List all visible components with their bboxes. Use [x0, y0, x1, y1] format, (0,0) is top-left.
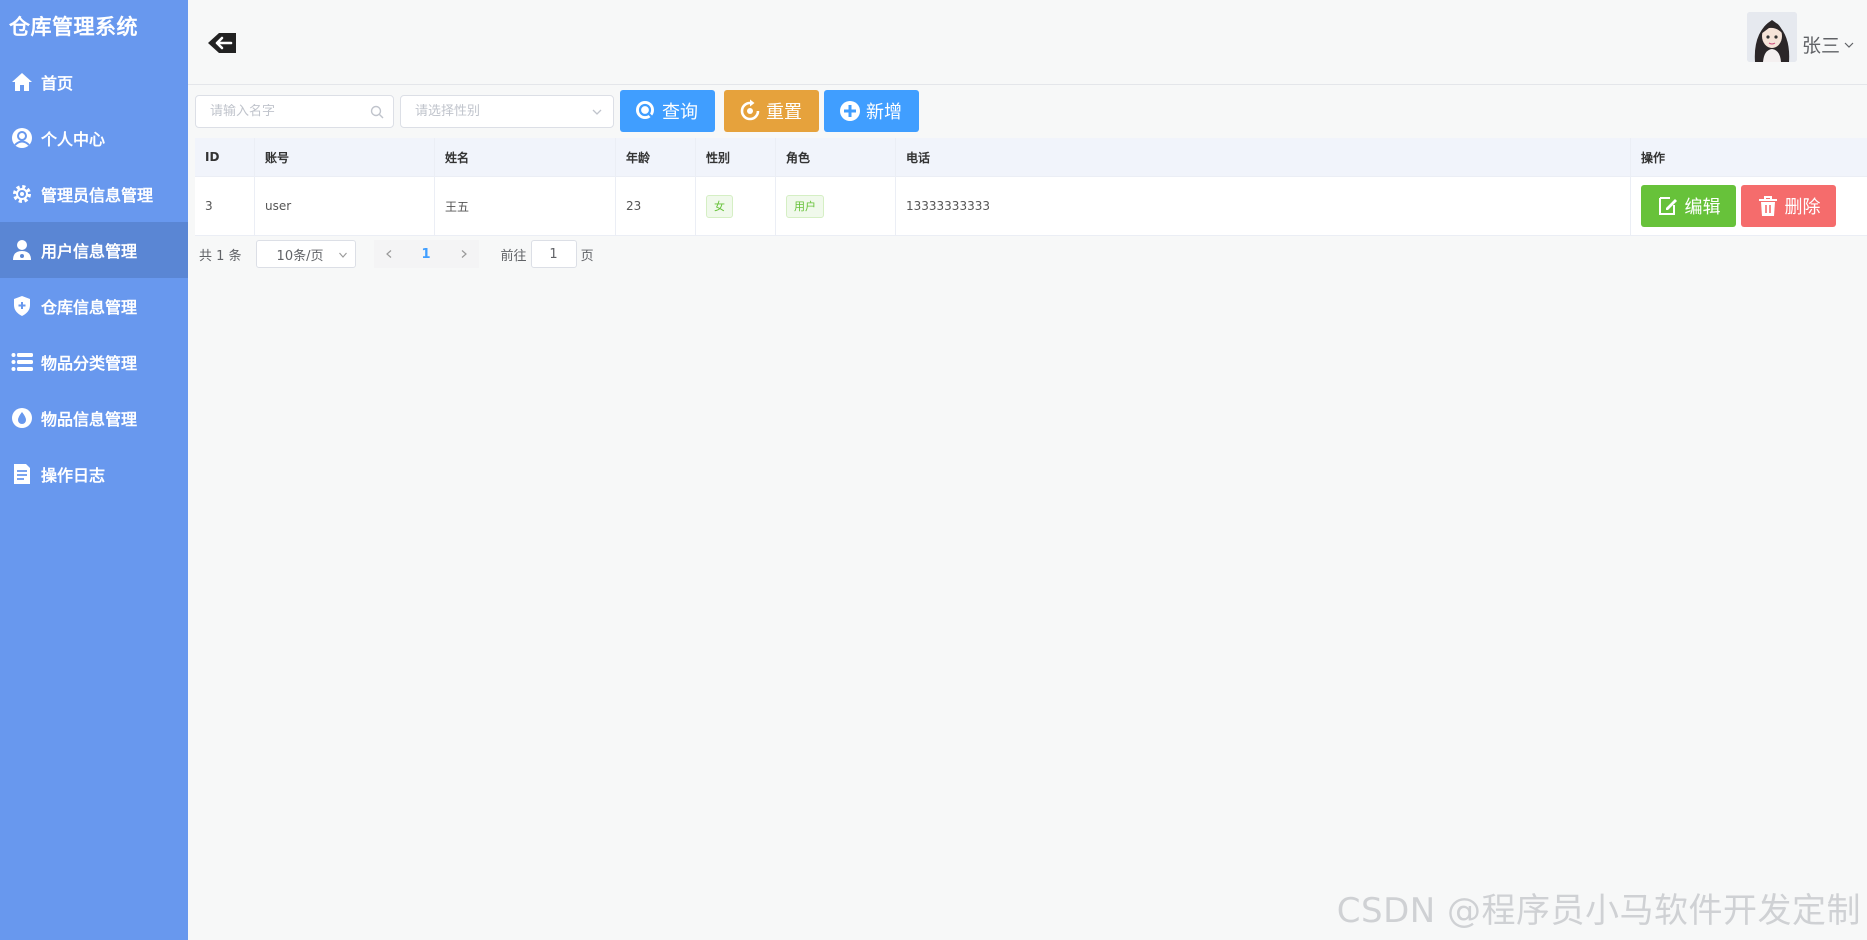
- sidebar-item-log[interactable]: 操作日志: [0, 446, 188, 502]
- page-size-select[interactable]: 10条/页: [255, 240, 356, 268]
- sidebar-item-label: 首页: [41, 74, 74, 93]
- delete-button[interactable]: 删除: [1741, 185, 1836, 227]
- sex-tag: 女: [706, 194, 733, 218]
- column-header: 性别: [696, 138, 776, 176]
- watermark: CSDN @程序员小马软件开发定制: [1336, 891, 1861, 931]
- add-button-label: 新增: [866, 102, 902, 123]
- column-header: ID: [195, 138, 255, 176]
- sidebar-item-label: 物品信息管理: [41, 410, 138, 429]
- sidebar-item-label: 个人中心: [41, 130, 106, 149]
- back-arrow-icon[interactable]: [205, 26, 239, 60]
- query-button-label: 查询: [662, 102, 698, 123]
- goto-suffix: 页: [580, 248, 594, 264]
- column-header: 操作: [1641, 150, 1666, 165]
- home-icon: [9, 69, 35, 95]
- goto-label: 前往: [500, 248, 527, 264]
- drop-icon: [9, 405, 35, 431]
- name-search-field: [195, 94, 394, 128]
- sidebar-item-label: 物品分类管理: [41, 354, 138, 373]
- cell-age: 23: [616, 177, 696, 235]
- table-row: 3 user 王五 23 女 用户 13333333333 编辑 删除: [195, 177, 1867, 236]
- user-name: 张三: [1801, 34, 1840, 57]
- list-icon: [9, 349, 35, 375]
- refresh-icon: [740, 99, 760, 121]
- sex-select[interactable]: [400, 94, 614, 128]
- reset-button-label: 重置: [766, 102, 802, 123]
- sidebar-item-goods[interactable]: 物品信息管理: [0, 390, 188, 446]
- search-bar: 查询 重置 新增: [195, 90, 919, 132]
- cell-actions: 编辑 删除: [1631, 177, 1867, 235]
- name-search-input[interactable]: [210, 103, 379, 119]
- sidebar-item-label: 操作日志: [41, 466, 106, 485]
- user-icon: [9, 237, 35, 263]
- delete-button-label: 删除: [1784, 197, 1821, 218]
- table-header: ID 账号 姓名 年龄 性别 角色 电话 操作: [195, 138, 1867, 177]
- next-page-button[interactable]: [448, 240, 479, 268]
- user-table: ID 账号 姓名 年龄 性别 角色 电话 操作 3 user 王五 23 女 用…: [195, 138, 1867, 236]
- cell-phone: 13333333333: [896, 177, 1631, 235]
- shield-icon: [9, 293, 35, 319]
- cell-sex: 女: [696, 177, 776, 235]
- sidebar-item-label: 用户信息管理: [41, 242, 138, 261]
- cell-name: 王五: [435, 177, 616, 235]
- search-clear-icon: [370, 105, 384, 118]
- user-circle-icon: [9, 125, 35, 151]
- column-header: 电话: [896, 138, 1631, 176]
- edit-button-label: 编辑: [1684, 197, 1721, 218]
- goto-page-input[interactable]: [538, 246, 569, 262]
- search-icon: [636, 101, 654, 119]
- sidebar-item-warehouse[interactable]: 仓库信息管理: [0, 278, 188, 334]
- add-circle-icon: [840, 101, 860, 121]
- cell-account: user: [255, 177, 435, 235]
- sidebar-item-profile[interactable]: 个人中心: [0, 110, 188, 166]
- page-number-current[interactable]: 1: [403, 240, 449, 268]
- sidebar-item-admin[interactable]: 管理员信息管理: [0, 166, 188, 222]
- edit-button[interactable]: 编辑: [1641, 185, 1736, 227]
- sidebar-item-users[interactable]: 用户信息管理: [0, 222, 188, 278]
- sidebar: 仓库管理系统 首页 个人中心 管理员信息管理 用户信息管理 仓库信息管理 物品分…: [0, 0, 188, 940]
- chevron-down-icon: [1844, 42, 1854, 48]
- sex-select-input[interactable]: [415, 103, 599, 119]
- role-tag: 用户: [786, 194, 824, 218]
- query-button[interactable]: 查询: [620, 90, 715, 132]
- edit-icon: [1658, 197, 1677, 215]
- sidebar-item-home[interactable]: 首页: [0, 54, 188, 110]
- cell-id: 3: [195, 177, 255, 235]
- gear-icon: [9, 181, 35, 207]
- cell-role: 用户: [776, 177, 896, 235]
- sidebar-item-label: 管理员信息管理: [41, 186, 154, 205]
- sidebar-item-category[interactable]: 物品分类管理: [0, 334, 188, 390]
- chevron-left-icon: [385, 250, 391, 258]
- column-header: 账号: [255, 138, 435, 176]
- column-header: 姓名: [435, 138, 616, 176]
- add-button[interactable]: 新增: [824, 90, 919, 132]
- column-header: 角色: [776, 138, 896, 176]
- pagination: 共 1 条 10条/页 1 前往 页: [195, 240, 594, 268]
- avatar: [1746, 12, 1797, 62]
- top-header: 张三: [188, 0, 1867, 85]
- column-header: 年龄: [616, 138, 696, 176]
- chevron-down-icon: [592, 109, 602, 115]
- sidebar-item-label: 仓库信息管理: [41, 298, 138, 317]
- sidebar-menu: 首页 个人中心 管理员信息管理 用户信息管理 仓库信息管理 物品分类管理 物品信…: [0, 54, 188, 502]
- pagination-total: 共 1 条: [199, 248, 242, 264]
- document-icon: [9, 461, 35, 487]
- reset-button[interactable]: 重置: [724, 90, 819, 132]
- user-menu[interactable]: 张三: [1746, 12, 1855, 62]
- page-size-value: 10条/页: [276, 248, 324, 264]
- trash-icon: [1758, 196, 1777, 216]
- chevron-right-icon: [461, 250, 467, 258]
- goto-page-field: [530, 240, 577, 268]
- prev-page-button[interactable]: [373, 240, 404, 268]
- chevron-down-icon: [338, 252, 347, 258]
- app-title: 仓库管理系统: [9, 15, 138, 39]
